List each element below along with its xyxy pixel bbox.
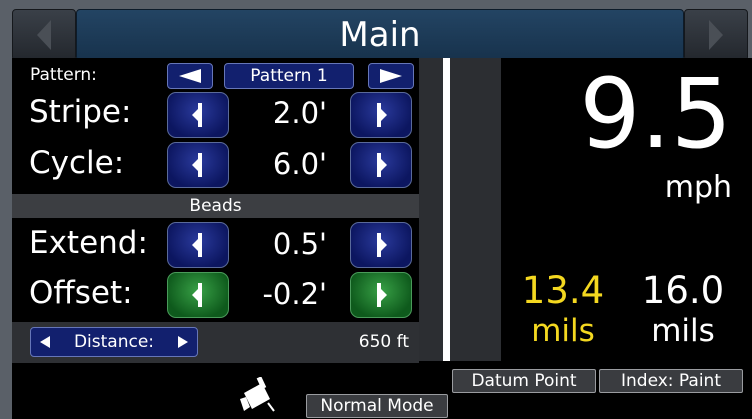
bottom-bar: Datum Point Index: Paint Normal Mode — [12, 363, 752, 419]
arrow-left-icon — [192, 103, 202, 127]
arrow-left-icon — [192, 283, 202, 307]
cycle-label: Cycle: — [29, 145, 125, 181]
previous-screen-button[interactable] — [12, 9, 76, 61]
thickness-left-value: 13.4 — [521, 269, 605, 312]
pattern-prev-button[interactable] — [167, 63, 213, 89]
distance-bar: Distance: 650 ft — [12, 322, 419, 364]
pattern-next-button[interactable] — [368, 63, 414, 89]
arrow-right-icon — [377, 233, 387, 257]
arrow-left-icon — [192, 153, 202, 177]
arrow-left-icon — [40, 336, 50, 348]
stripe-increase-button[interactable] — [350, 92, 412, 138]
paint-gun-icon — [240, 377, 275, 412]
thickness-left: 13.4 mils — [508, 272, 618, 349]
offset-value: -0.2' — [262, 277, 327, 311]
extend-label: Extend: — [29, 225, 148, 261]
datum-point-button[interactable]: Datum Point — [452, 369, 596, 393]
arrow-right-icon — [380, 69, 402, 83]
distance-value: 650 ft — [358, 332, 409, 352]
thickness-right-unit: mils — [651, 313, 715, 349]
stripe-label: Stripe: — [29, 94, 132, 130]
stripe-indicator — [419, 58, 501, 361]
thickness-left-unit: mils — [531, 313, 595, 349]
stripe-line — [443, 58, 450, 361]
extend-increase-button[interactable] — [350, 222, 412, 268]
chevron-right-icon — [709, 20, 723, 50]
speed-value: 9.5 — [579, 58, 732, 170]
settings-panel: Pattern: Pattern 1 Stripe: 2.0' Cycle: 6… — [12, 60, 419, 364]
index-paint-button[interactable]: Index: Paint — [599, 369, 743, 393]
normal-mode-button[interactable]: Normal Mode — [306, 394, 448, 418]
speed-unit: mph — [664, 170, 732, 205]
arrow-left-icon — [192, 233, 202, 257]
beads-section-header: Beads — [12, 194, 419, 218]
distance-button[interactable]: Distance: — [30, 327, 198, 357]
arrow-left-icon — [179, 69, 201, 83]
app-window: Main Pattern: Pattern 1 Stripe: 2.0' Cyc… — [0, 0, 752, 419]
pattern-name[interactable]: Pattern 1 — [224, 63, 354, 89]
arrow-right-icon — [377, 153, 387, 177]
screen-title: Main — [76, 9, 684, 61]
arrow-right-icon — [178, 336, 188, 348]
offset-label: Offset: — [29, 275, 133, 311]
stripe-value: 2.0' — [272, 96, 327, 130]
next-screen-button[interactable] — [684, 9, 748, 61]
thickness-right-value: 16.0 — [641, 269, 725, 312]
cycle-value: 6.0' — [272, 147, 327, 181]
main-content: Pattern: Pattern 1 Stripe: 2.0' Cycle: 6… — [12, 58, 752, 419]
arrow-right-icon — [377, 283, 387, 307]
chevron-left-icon — [37, 20, 51, 50]
thickness-right: 16.0 mils — [628, 272, 738, 349]
extend-value: 0.5' — [272, 227, 327, 261]
pattern-label: Pattern: — [30, 65, 97, 85]
distance-label: Distance: — [73, 332, 155, 352]
cycle-increase-button[interactable] — [350, 142, 412, 188]
arrow-right-icon — [377, 103, 387, 127]
offset-increase-button[interactable] — [350, 272, 412, 318]
